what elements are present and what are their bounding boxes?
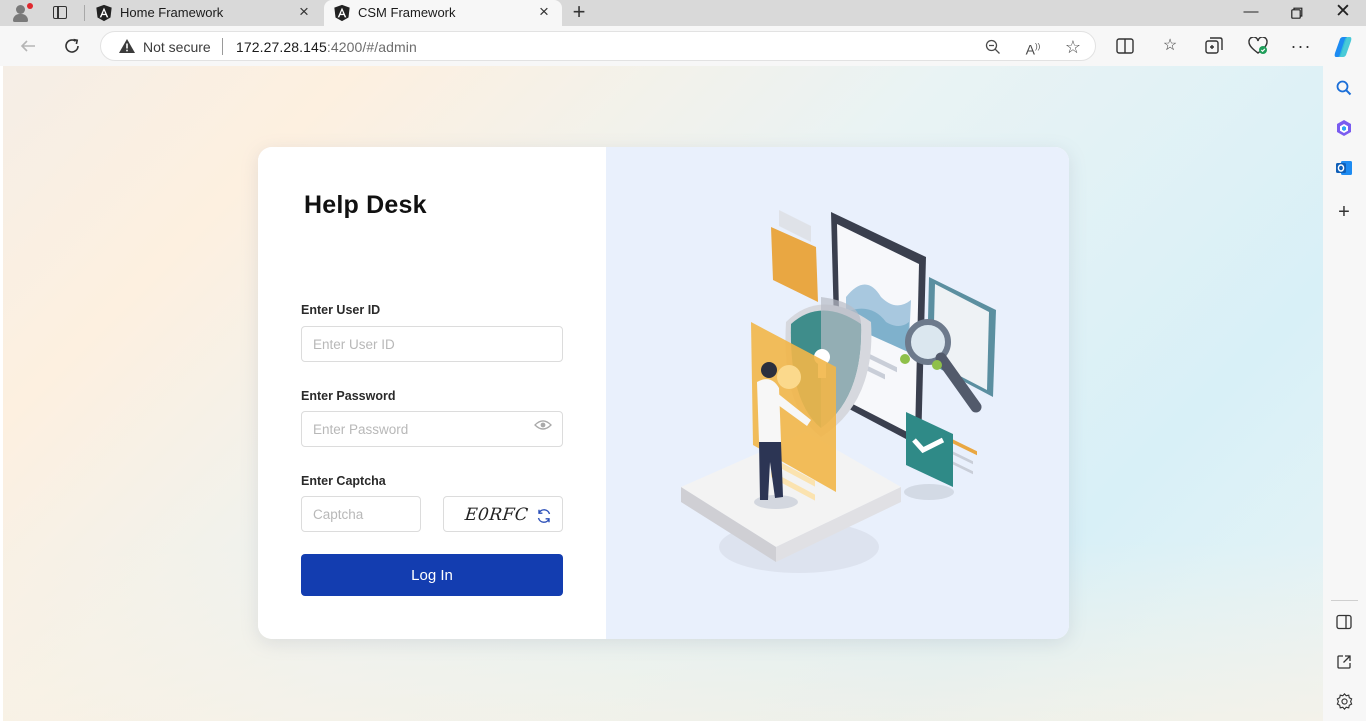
m365-icon[interactable] [1334,118,1354,138]
external-link-icon[interactable] [1334,652,1354,672]
minimize-button[interactable]: — [1228,0,1274,26]
new-tab-button[interactable]: + [567,1,591,25]
back-button[interactable] [15,33,41,59]
close-icon[interactable]: × [536,3,552,20]
address-bar[interactable]: Not secure 172.27.28.145:4200/#/admin A)… [100,31,1096,61]
add-sidebar-app-icon[interactable]: + [1334,202,1354,222]
browser-toolbar: Not secure 172.27.28.145:4200/#/admin A)… [0,26,1366,66]
url-host: 172.27.28.145 [236,39,327,55]
illustration-panel [606,147,1069,639]
login-form-panel: Help Desk Enter User ID Enter Password E… [258,147,606,639]
close-window-button[interactable]: ✕ [1320,0,1366,26]
read-aloud-icon[interactable]: A)) [1023,37,1043,58]
profile-icon[interactable] [10,3,33,23]
angular-icon [334,4,350,22]
settings-gear-icon[interactable] [1334,692,1354,712]
tab-separator [84,5,85,21]
address-separator [222,38,223,55]
restore-icon [1291,7,1303,19]
tab-actions-icon[interactable] [50,4,70,22]
user-id-label: Enter User ID [301,303,381,317]
security-label[interactable]: Not secure [143,39,211,55]
warning-icon [119,39,135,53]
captcha-label: Enter Captcha [301,474,386,488]
page-viewport: Help Desk Enter User ID Enter Password E… [3,66,1323,721]
angular-icon [96,4,112,22]
captcha-input[interactable] [301,496,421,532]
refresh-captcha-icon[interactable] [536,508,552,524]
user-id-input[interactable] [301,326,563,362]
hide-sidebar-icon[interactable] [1334,612,1354,632]
security-illustration [681,210,996,573]
collections-icon[interactable] [1203,35,1225,57]
url-path: :4200/#/admin [326,39,417,55]
copilot-icon[interactable] [1331,35,1353,57]
tab-strip: Home Framework × CSM Framework × + — ✕ [0,0,1366,26]
show-password-icon[interactable] [534,419,552,431]
zoom-out-icon[interactable] [983,37,1003,57]
favorite-star-icon[interactable]: ☆ [1063,37,1083,57]
restore-button[interactable] [1274,0,1320,26]
tab-title: CSM Framework [358,5,456,20]
browser-essentials-icon[interactable] [1247,35,1269,57]
refresh-button[interactable] [59,33,85,59]
url-text[interactable]: 172.27.28.145:4200/#/admin [236,39,417,55]
captcha-display: E0RFC [443,496,563,532]
close-icon[interactable]: × [296,3,312,20]
tab-title: Home Framework [120,5,224,20]
password-label: Enter Password [301,389,396,403]
tab-csm-framework[interactable]: CSM Framework × [324,0,562,26]
back-arrow-icon [20,40,35,52]
outlook-icon[interactable] [1334,158,1354,178]
sidebar-separator [1331,600,1358,601]
login-card: Help Desk Enter User ID Enter Password E… [258,147,1069,639]
login-button[interactable]: Log In [301,554,563,596]
tab-home-framework[interactable]: Home Framework × [86,0,322,26]
refresh-icon [65,38,79,53]
captcha-text: E0RFC [463,505,530,525]
search-icon[interactable] [1334,78,1354,98]
page-title: Help Desk [304,191,427,219]
edge-sidebar: + [1323,66,1366,721]
favorites-icon[interactable]: ☆ [1159,35,1181,57]
split-screen-icon[interactable] [1114,35,1136,57]
password-input[interactable] [301,411,563,447]
more-options-icon[interactable]: ··· [1290,35,1312,57]
